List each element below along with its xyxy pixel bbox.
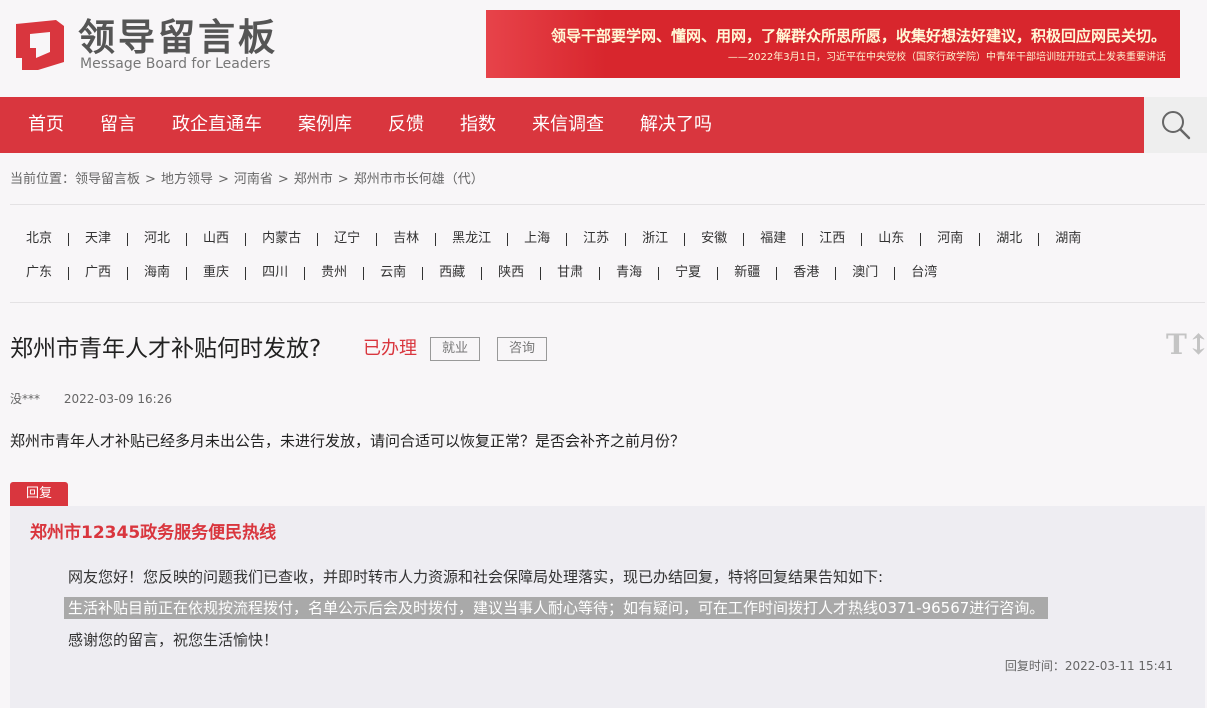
region-link[interactable]: 广西: [69, 265, 129, 281]
region-link[interactable]: 福建: [744, 231, 804, 247]
region-link[interactable]: 重庆: [187, 265, 247, 281]
nav-items: 首页 留言 政企直通车 案例库 反馈 指数 来信调查 解决了吗: [10, 97, 730, 153]
breadcrumb-link[interactable]: 河南省: [234, 172, 273, 187]
region-link[interactable]: 天津: [69, 231, 129, 247]
message-time: 2022-03-09 16:26: [63, 392, 172, 406]
region-link[interactable]: 内蒙古: [246, 231, 319, 247]
breadcrumb-separator: >: [145, 172, 156, 187]
font-size-toggle-icon[interactable]: T↕: [1166, 331, 1207, 359]
region-link[interactable]: 新疆: [718, 265, 778, 281]
site-header: 领导留言板 Message Board for Leaders 领导干部要学网、…: [0, 0, 1207, 97]
logo-title-en: Message Board for Leaders: [80, 56, 271, 72]
region-list: 北京 天津 河北 山西 内蒙古 辽宁 吉林 黑龙江 上海 江苏 浙江 安徽 福建 江西 山东 河南 湖北 湖南 广…: [10, 222, 1205, 290]
tag-employment[interactable]: 就业: [430, 337, 480, 361]
banner-source: ——2022年3月1日，习近平在中央党校（国家行政学院）中青年干部培训班开班式上…: [727, 52, 1166, 63]
region-link[interactable]: 澳门: [836, 265, 896, 281]
breadcrumb-separator: >: [277, 172, 289, 187]
status-badge: 已办理: [363, 338, 417, 359]
breadcrumb-separator: >: [337, 172, 349, 187]
region-row: 广东 广西 海南 重庆 四川 贵州 云南 西藏 陕西 甘肃 青海 宁夏 新疆 香港 澳门 台湾: [10, 256, 1205, 290]
reply-organization: 郑州市12345政务服务便民热线: [30, 523, 277, 543]
nav-item[interactable]: 首页: [10, 97, 82, 153]
divider: [10, 302, 1205, 303]
region-link[interactable]: 四川: [246, 265, 306, 281]
region-link[interactable]: 湖南: [1039, 231, 1098, 247]
message-body: 郑州市青年人才补贴已经多月未出公告，未进行发放，请问合适可以恢复正常？是否会补齐…: [10, 432, 686, 450]
region-link[interactable]: 吉林: [377, 231, 437, 247]
breadcrumb-separator: >: [217, 172, 229, 187]
message-title: 郑州市青年人才补贴何时发放?: [10, 336, 322, 362]
tag-consult[interactable]: 咨询: [497, 337, 547, 361]
region-link[interactable]: 香港: [777, 265, 837, 281]
region-link[interactable]: 上海: [508, 231, 568, 247]
region-link[interactable]: 北京: [10, 231, 70, 247]
region-link[interactable]: 河北: [128, 231, 188, 247]
region-link[interactable]: 台湾: [895, 265, 954, 281]
nav-item[interactable]: 案例库: [280, 97, 370, 153]
quote-banner[interactable]: 领导干部要学网、懂网、用网，了解群众所思所愿，收集好想法好建议，积极回应网民关切…: [486, 10, 1180, 78]
region-link[interactable]: 青海: [600, 265, 660, 281]
region-link[interactable]: 黑龙江: [436, 231, 509, 247]
region-link[interactable]: 江苏: [567, 231, 627, 247]
divider: [10, 204, 1205, 205]
region-link[interactable]: 辽宁: [318, 231, 378, 247]
reply-paragraph: 网友您好！您反映的问题我们已查收，并即时转市人力资源和社会保障局处理落实，现已办…: [68, 568, 884, 586]
region-row: 北京 天津 河北 山西 内蒙古 辽宁 吉林 黑龙江 上海 江苏 浙江 安徽 福建 江西 山东 河南 湖北 湖南: [10, 222, 1205, 256]
region-link[interactable]: 海南: [128, 265, 188, 281]
region-link[interactable]: 河南: [921, 231, 981, 247]
message-meta: 没*** 2022-03-09 16:26: [10, 391, 172, 407]
search-button[interactable]: [1144, 97, 1207, 153]
region-link[interactable]: 山西: [187, 231, 247, 247]
breadcrumb-link[interactable]: 地方领导: [161, 172, 213, 187]
breadcrumb-link[interactable]: 郑州市市长何雄（代）: [354, 172, 484, 187]
region-link[interactable]: 浙江: [626, 231, 686, 247]
nav-item[interactable]: 反馈: [370, 97, 442, 153]
region-link[interactable]: 山东: [862, 231, 922, 247]
nav-item[interactable]: 留言: [82, 97, 154, 153]
site-logo[interactable]: 领导留言板 Message Board for Leaders: [12, 14, 282, 74]
region-link[interactable]: 甘肃: [541, 265, 601, 281]
reply-time-label: 回复时间：: [1004, 659, 1065, 673]
nav-item[interactable]: 指数: [442, 97, 514, 153]
region-link[interactable]: 陕西: [482, 265, 542, 281]
reply-paragraph-highlighted: 生活补贴目前正在依规按流程拨付，名单公示后会及时拨付，建议当事人耐心等待；如有疑…: [64, 597, 1049, 619]
search-icon: [1161, 111, 1190, 140]
breadcrumb-prefix: 当前位置：: [10, 172, 76, 187]
author-name: 没***: [10, 392, 41, 406]
region-link[interactable]: 广东: [10, 265, 70, 281]
logo-title-cn: 领导留言板: [78, 16, 278, 59]
region-link[interactable]: 安徽: [685, 231, 745, 247]
region-link[interactable]: 西藏: [423, 265, 483, 281]
region-link[interactable]: 湖北: [980, 231, 1040, 247]
breadcrumb-link[interactable]: 领导留言板: [75, 172, 140, 187]
breadcrumb-link[interactable]: 郑州市: [294, 172, 333, 187]
region-link[interactable]: 贵州: [305, 265, 365, 281]
region-link[interactable]: 云南: [364, 265, 424, 281]
reply-time: 回复时间：2022-03-11 15:41: [1005, 658, 1173, 674]
reply-paragraph: 感谢您的留言，祝您生活愉快！: [68, 631, 279, 649]
banner-quote: 领导干部要学网、懂网、用网，了解群众所思所愿，收集好想法好建议，积极回应网民关切…: [550, 27, 1166, 45]
breadcrumb: 当前位置：领导留言板 > 地方领导 > 河南省 > 郑州市 > 郑州市市长何雄（代）: [10, 171, 484, 189]
nav-item[interactable]: 政企直通车: [154, 97, 280, 153]
reply-box: 郑州市12345政务服务便民热线 网友您好！您反映的问题我们已查收，并即时转市人…: [10, 506, 1205, 708]
main-nav: 首页 留言 政企直通车 案例库 反馈 指数 来信调查 解决了吗: [0, 97, 1207, 153]
reply-tab: 回复: [10, 482, 68, 506]
region-link[interactable]: 宁夏: [659, 265, 719, 281]
nav-item[interactable]: 解决了吗: [622, 97, 730, 153]
region-link[interactable]: 江西: [803, 231, 863, 247]
reply-time-value: 2022-03-11 15:41: [1064, 659, 1173, 673]
logo-mark-icon: [16, 20, 64, 70]
nav-item[interactable]: 来信调查: [514, 97, 622, 153]
